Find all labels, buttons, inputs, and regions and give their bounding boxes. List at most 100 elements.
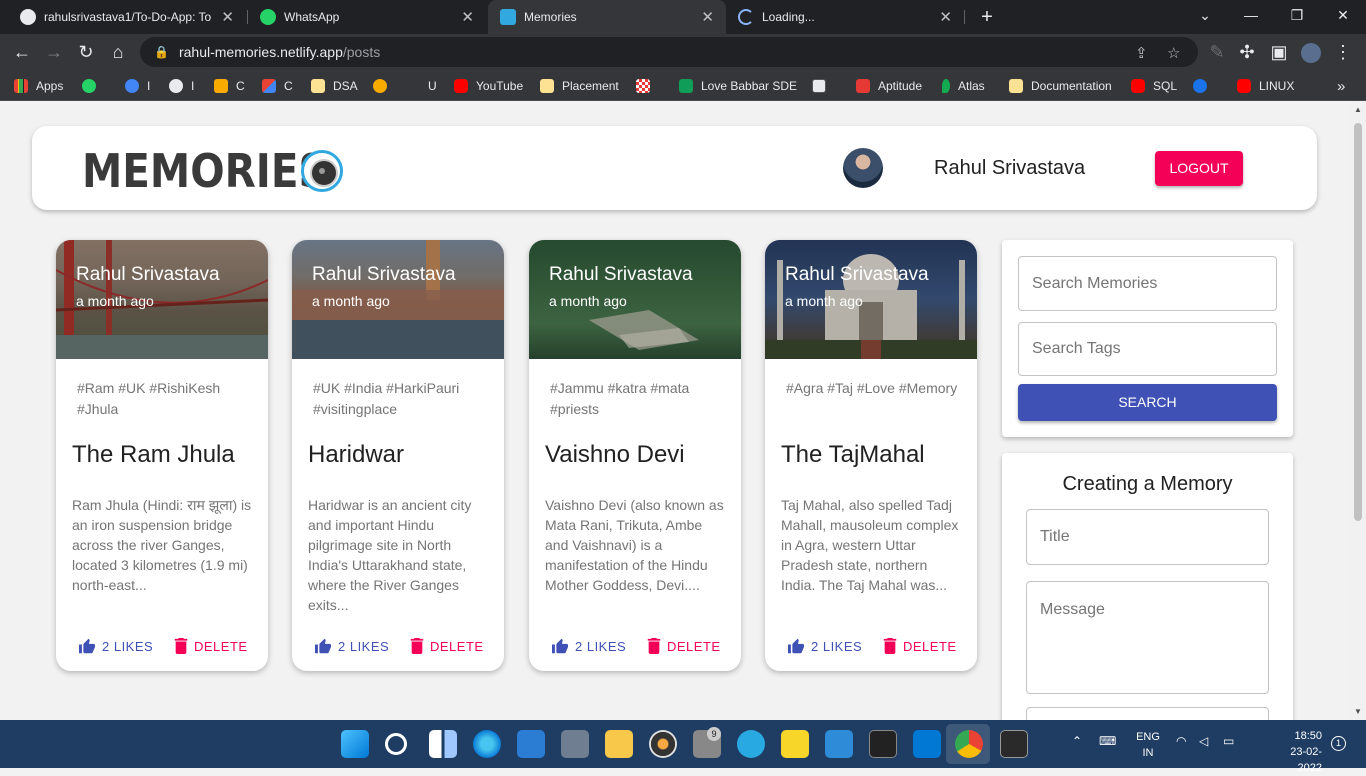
close-icon[interactable]: ✕ [461,8,474,26]
tab-whatsapp[interactable]: WhatsApp ✕ [248,0,486,34]
like-count: 2 LIKES [338,638,390,654]
vscode-icon[interactable] [913,730,941,758]
like-button[interactable]: 2 LIKES [787,638,862,654]
thumb-up-icon [552,638,568,654]
tab-memories[interactable]: Memories ✕ [488,0,726,34]
post-card[interactable]: Rahul Srivastava a month ago #Agra #Taj … [765,240,977,671]
share-icon[interactable]: ⇪ [1135,44,1148,62]
scroll-down-arrow-icon[interactable]: ▼ [1354,707,1362,716]
search-memories-input[interactable]: Search Memories [1018,256,1277,311]
message-field[interactable]: Message [1026,581,1269,694]
bookmark-whatsapp[interactable] [82,76,104,96]
bookmark-youtube[interactable]: YouTube [454,76,523,96]
task-view-icon[interactable] [429,730,457,758]
bookmark-placement[interactable]: Placement [540,76,619,96]
bookmark-documentation[interactable]: Documentation [1009,76,1112,96]
bookmark-aptitude[interactable]: Aptitude [856,76,922,96]
like-button[interactable]: 2 LIKES [314,638,389,654]
obs-icon[interactable] [649,730,677,758]
github-icon [169,79,183,93]
post-card[interactable]: Rahul Srivastava a month ago #Ram #UK #R… [56,240,268,671]
scroll-up-arrow-icon[interactable]: ▲ [1354,105,1362,114]
post-card[interactable]: Rahul Srivastava a month ago #UK #India … [292,240,504,671]
minimize-button[interactable]: — [1228,0,1274,30]
extensions-puzzle-icon[interactable]: ✣ [1233,38,1261,66]
brand-heading[interactable]: MEMORIES [82,144,328,198]
bookmark-atlas[interactable]: Atlas [942,76,985,96]
like-button[interactable]: 2 LIKES [551,638,626,654]
bookmark-i-2[interactable]: I [169,76,194,96]
create-memory-form: Creating a Memory Title Message [1002,453,1293,720]
new-tab-button[interactable]: + [976,4,998,30]
title-field[interactable]: Title [1026,509,1269,565]
chrome-icon[interactable] [955,730,983,758]
forward-arrow-icon[interactable]: → [40,38,68,66]
address-bar[interactable]: 🔒 rahul-memories.netlify.app /posts ⇪ ☆ [140,37,1198,67]
delete-button[interactable]: DELETE [647,638,721,654]
bookmark-bolt[interactable] [373,76,395,96]
delete-button[interactable]: DELETE [174,638,248,654]
file-explorer-icon[interactable] [605,730,633,758]
bookmark-c-2[interactable]: C [262,76,293,96]
bookmark-u[interactable]: U [406,76,437,96]
search-button[interactable]: SEARCH [1018,384,1277,421]
search-icon[interactable] [385,733,407,755]
system-clock[interactable]: 18:50 23-02-2022 [1282,728,1322,776]
notification-count-badge[interactable]: 1 [1331,736,1346,751]
bookmark-i-1[interactable]: I [125,76,150,96]
profile-avatar-icon[interactable] [1297,38,1325,66]
close-window-button[interactable]: ✕ [1320,0,1366,30]
delete-button[interactable]: DELETE [883,638,957,654]
mail-icon[interactable] [517,730,545,758]
search-tags-input[interactable]: Search Tags [1018,322,1277,376]
whatsapp-icon [260,9,276,25]
tab-github[interactable]: rahulsrivastava1/To-Do-App: To D ✕ [8,0,246,34]
like-button[interactable]: 2 LIKES [78,638,153,654]
tags-field[interactable] [1026,707,1269,720]
side-panel-icon[interactable]: ▣ [1265,38,1293,66]
whatsapp-icon [82,79,96,93]
bookmark-grid-app[interactable] [636,76,658,96]
input-language[interactable]: ENG IN [1134,729,1162,761]
delete-button[interactable]: DELETE [410,638,484,654]
bookmark-gfg[interactable] [1193,76,1215,96]
close-icon[interactable]: ✕ [939,8,952,26]
more-menu-icon[interactable]: ⋮ [1329,38,1357,66]
post-card[interactable]: Rahul Srivastava a month ago #Jammu #kat… [529,240,741,671]
logout-button[interactable]: LOGOUT [1155,151,1243,186]
restore-button[interactable]: ❐ [1274,0,1320,30]
calculator-icon[interactable] [561,730,589,758]
wifi-icon[interactable]: ◠ [1176,734,1186,748]
tray-chevron-icon[interactable]: ⌃ [1072,734,1082,748]
bookmark-apps[interactable]: Apps [14,76,63,96]
tab-search-chevron-icon[interactable]: ⌄ [1182,0,1228,30]
terminal-icon[interactable] [1000,730,1028,758]
close-icon[interactable]: ✕ [701,8,714,26]
star-icon[interactable]: ☆ [1167,44,1180,62]
volume-icon[interactable]: ◁ [1199,734,1208,748]
page-scrollbar[interactable]: ▲ ▼ [1350,101,1366,720]
reload-icon[interactable]: ↻ [72,38,100,66]
calendar-icon[interactable] [825,730,853,758]
bookmark-cc[interactable] [812,76,834,96]
close-icon[interactable]: ✕ [221,8,234,26]
edit-icon[interactable]: ✎ [1203,38,1231,66]
scrollbar-thumb[interactable] [1354,123,1362,521]
bookmark-dsa[interactable]: DSA [311,76,358,96]
bookmark-linux[interactable]: LINUX [1237,76,1294,96]
bookmarks-overflow-chevron-icon[interactable]: » [1337,76,1345,96]
sticky-notes-icon[interactable] [781,730,809,758]
battery-icon[interactable]: ▭ [1223,734,1234,748]
back-arrow-icon[interactable]: ← [8,38,36,66]
home-icon[interactable]: ⌂ [104,38,132,66]
windows-start-icon[interactable] [341,730,369,758]
tab-loading[interactable]: Loading... ✕ [726,0,964,34]
delete-label: DELETE [903,638,957,654]
keyboard-icon[interactable]: ⌨ [1099,734,1116,748]
dev-icon[interactable] [869,730,897,758]
bookmark-love-babbar[interactable]: Love Babbar SDE [679,76,797,96]
telegram-icon[interactable] [737,730,765,758]
bookmark-sql[interactable]: SQL [1131,76,1177,96]
bookmark-c-1[interactable]: C [214,76,245,96]
edge-icon[interactable] [473,730,501,758]
